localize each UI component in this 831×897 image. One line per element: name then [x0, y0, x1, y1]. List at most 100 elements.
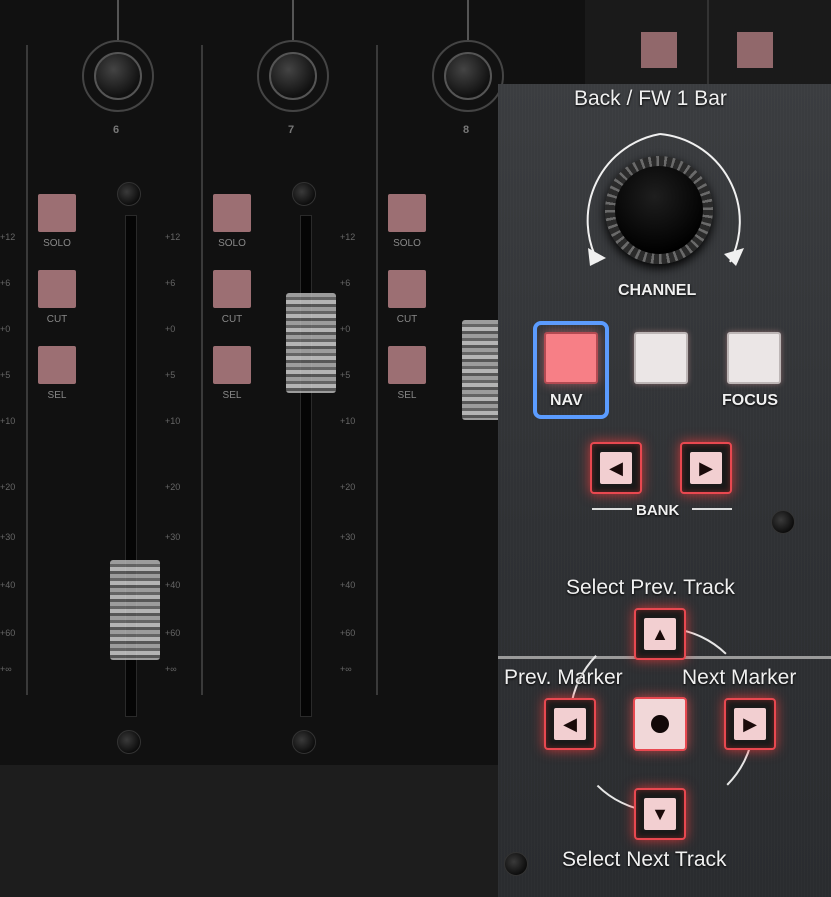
bank-bracket-line: [692, 508, 732, 510]
strip-divider: [26, 45, 28, 695]
sel-button-7[interactable]: [213, 346, 251, 384]
solo-label: SOLO: [393, 238, 421, 249]
pan-knob-6[interactable]: [82, 40, 154, 112]
fader-track-7: [300, 215, 312, 717]
fine-button[interactable]: [737, 32, 773, 68]
solo-button-8[interactable]: [388, 194, 426, 232]
screw: [771, 510, 795, 534]
scale-mark: +30: [165, 532, 181, 542]
scale-mark: +12: [340, 232, 356, 242]
sel-button-6[interactable]: [38, 346, 76, 384]
prev-marker-button[interactable]: ◀: [544, 698, 596, 750]
screw: [292, 730, 316, 754]
scale-mark: +60: [165, 628, 181, 638]
knob-indicator-line: [467, 0, 469, 40]
fader-6[interactable]: [110, 560, 160, 660]
prev-marker-label: Prev. Marker: [504, 666, 623, 689]
mixer-bottom-panel: [0, 765, 500, 897]
scale-mark: +12: [165, 232, 181, 242]
bank-left-button[interactable]: ◀: [590, 442, 642, 494]
scale-mark: +40: [340, 580, 356, 590]
center-button[interactable]: [633, 697, 687, 751]
knob-indicator-line: [292, 0, 294, 40]
nav-button[interactable]: [544, 332, 598, 384]
arrow-right-icon: ▶: [699, 458, 713, 478]
screw: [117, 182, 141, 206]
scale-mark: +10: [340, 416, 356, 426]
select-next-track-button[interactable]: ▼: [634, 788, 686, 840]
scale-mark: +12: [0, 232, 16, 242]
channel-number: 7: [288, 124, 295, 136]
screw: [292, 182, 316, 206]
channel-number: 6: [113, 124, 120, 136]
cut-label: CUT: [396, 314, 418, 325]
arrow-down-icon: ▼: [651, 804, 669, 824]
nav-label: NAV: [550, 392, 583, 409]
scale-mark: +5: [0, 370, 11, 380]
pan-knob-7[interactable]: [257, 40, 329, 112]
arrow-right-icon: ▶: [743, 714, 757, 734]
arrow-left-icon: ◀: [563, 714, 577, 734]
divider: [707, 0, 709, 84]
select-next-track-label: Select Next Track: [562, 848, 727, 871]
scale-mark: +∞: [340, 664, 352, 674]
solo-label: SOLO: [43, 238, 71, 249]
next-marker-button[interactable]: ▶: [724, 698, 776, 750]
bank-bracket-line: [592, 508, 632, 510]
scale-mark: +5: [165, 370, 176, 380]
cut-button-7[interactable]: [213, 270, 251, 308]
channel-number: 8: [463, 124, 470, 136]
cut-button-6[interactable]: [38, 270, 76, 308]
screw: [117, 730, 141, 754]
scale-mark: +∞: [165, 664, 177, 674]
knob-indicator-line: [117, 0, 119, 40]
scale-mark: +10: [165, 416, 181, 426]
pan-button[interactable]: [641, 32, 677, 68]
scale-mark: +0: [0, 324, 11, 334]
scale-mark: +60: [0, 628, 16, 638]
scale-mark: +∞: [0, 664, 12, 674]
next-marker-label: Next Marker: [682, 666, 797, 689]
select-prev-track-label: Select Prev. Track: [566, 576, 735, 599]
solo-button-6[interactable]: [38, 194, 76, 232]
scale-mark: +20: [0, 482, 16, 492]
scale-mark: +0: [165, 324, 176, 334]
bank-right-button[interactable]: ▶: [680, 442, 732, 494]
scale-mark: +40: [0, 580, 16, 590]
solo-label: SOLO: [218, 238, 246, 249]
scale-mark: +60: [340, 628, 356, 638]
scale-mark: +0: [340, 324, 351, 334]
cut-label: CUT: [46, 314, 68, 325]
scale-mark: +6: [0, 278, 11, 288]
sel-label: SEL: [397, 390, 417, 401]
top-controls-background: [585, 0, 831, 84]
focus-button[interactable]: [727, 332, 781, 384]
cut-button-8[interactable]: [388, 270, 426, 308]
select-prev-track-button[interactable]: ▲: [634, 608, 686, 660]
scale-mark: +40: [165, 580, 181, 590]
focus-label: FOCUS: [722, 392, 778, 409]
navigation-panel: Back / FW 1 Bar CHANNEL NAV FOCUS ◀ ▶ BA…: [498, 84, 831, 897]
channel-label: CHANNEL: [618, 282, 697, 299]
scale-mark: +20: [340, 482, 356, 492]
fader-7[interactable]: [286, 293, 336, 393]
scale-mark: +30: [0, 532, 16, 542]
scale-mark: +10: [0, 416, 16, 426]
sel-button-8[interactable]: [388, 346, 426, 384]
sel-label: SEL: [47, 390, 67, 401]
sel-label: SEL: [222, 390, 242, 401]
bank-label: BANK: [636, 502, 680, 519]
strip-divider: [201, 45, 203, 695]
scale-mark: +6: [340, 278, 351, 288]
unlabeled-button[interactable]: [634, 332, 688, 384]
record-dot-icon: [651, 715, 669, 733]
scale-mark: +5: [340, 370, 351, 380]
scale-mark: +20: [165, 482, 181, 492]
solo-button-7[interactable]: [213, 194, 251, 232]
scale-mark: +30: [340, 532, 356, 542]
pan-knob-8[interactable]: [432, 40, 504, 112]
arrow-up-icon: ▲: [651, 624, 669, 644]
knob-function-label: Back / FW 1 Bar: [574, 87, 727, 110]
strip-divider: [376, 45, 378, 695]
channel-knob[interactable]: [605, 156, 713, 264]
